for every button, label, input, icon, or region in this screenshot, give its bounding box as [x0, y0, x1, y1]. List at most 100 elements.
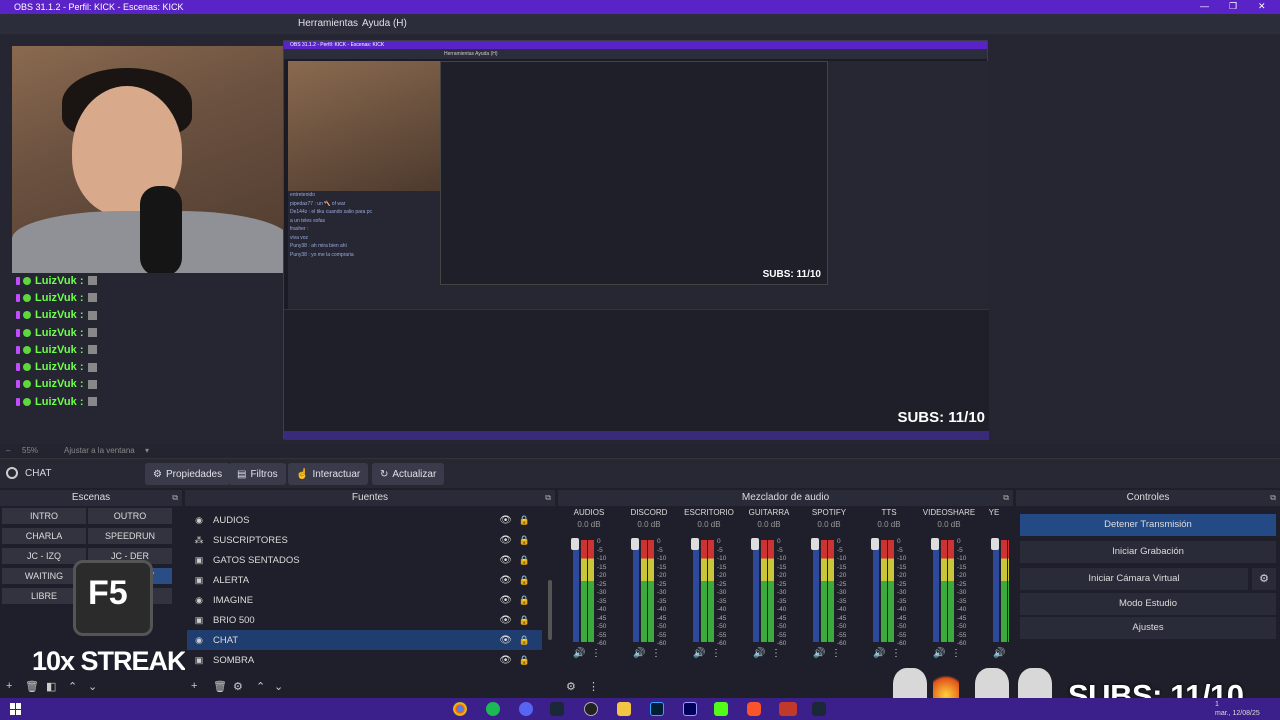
channel-menu-icon[interactable]: ⋮	[651, 648, 661, 659]
steam-icon[interactable]	[812, 702, 826, 716]
speaker-icon[interactable]: 🔊	[693, 648, 705, 659]
volume-slider[interactable]	[813, 540, 819, 642]
lock-icon[interactable]: 🔒	[519, 595, 530, 606]
windows-start-icon[interactable]	[10, 703, 22, 715]
scene-filters-icon[interactable]: ◧	[46, 680, 56, 693]
visibility-icon[interactable]: 👁	[499, 515, 512, 526]
volume-knob[interactable]	[751, 538, 759, 550]
channel-menu-icon[interactable]: ⋮	[831, 648, 841, 659]
source-properties-icon[interactable]: ⚙	[233, 680, 243, 693]
source-brio-500[interactable]: ▣ BRIO 500 👁 🔒	[187, 610, 542, 630]
speaker-icon[interactable]: 🔊	[753, 648, 765, 659]
add-scene-icon[interactable]: +	[6, 680, 12, 692]
channel-menu-icon[interactable]: ⋮	[951, 648, 961, 659]
volume-knob[interactable]	[811, 538, 819, 550]
source-alerta[interactable]: ▣ ALERTA 👁 🔒	[187, 570, 542, 590]
start-recording-button[interactable]: Iniciar Grabación	[1020, 541, 1276, 563]
move-down-icon[interactable]: ⌄	[274, 680, 283, 693]
start-virtual-camera-button[interactable]: Iniciar Cámara Virtual	[1020, 568, 1248, 590]
mixer-settings-icon[interactable]: ⚙	[566, 680, 576, 693]
premiere-icon[interactable]	[683, 702, 697, 716]
channel-menu-icon[interactable]: ⋮	[891, 648, 901, 659]
refresh-button[interactable]: ↻ Actualizar	[372, 463, 445, 485]
speaker-icon[interactable]: 🔊	[813, 648, 825, 659]
move-up-icon[interactable]: ⌃	[256, 680, 265, 693]
source-gatos-sentados[interactable]: ▣ GATOS SENTADOS 👁 🔒	[187, 550, 542, 570]
steam-icon[interactable]	[550, 702, 564, 716]
visibility-icon[interactable]: 👁	[499, 535, 512, 546]
discord-icon[interactable]	[519, 702, 533, 716]
volume-slider[interactable]	[573, 540, 579, 642]
preview-canvas[interactable]: LuizVuk : LuizVuk : LuizVuk : LuizVuk : …	[0, 34, 1280, 444]
app-icon[interactable]	[779, 702, 797, 716]
popout-icon[interactable]: ⧉	[1270, 490, 1276, 506]
volume-slider[interactable]	[873, 540, 879, 642]
source-chat[interactable]: ◉ CHAT 👁 🔒	[187, 630, 542, 650]
photoshop-icon[interactable]	[650, 702, 664, 716]
volume-slider[interactable]	[933, 540, 939, 642]
filters-button[interactable]: ▤ Filtros	[229, 463, 286, 485]
menu-ayuda[interactable]: Ayuda (H)	[362, 18, 407, 29]
volume-slider[interactable]	[993, 540, 999, 642]
speaker-icon[interactable]: 🔊	[633, 648, 645, 659]
lock-icon[interactable]: 🔒	[519, 535, 530, 546]
stop-streaming-button[interactable]: Detener Transmisión	[1020, 514, 1276, 536]
close-button[interactable]: ✕	[1258, 1, 1266, 12]
visibility-icon[interactable]: 👁	[499, 595, 512, 606]
speaker-icon[interactable]: 🔊	[933, 648, 945, 659]
properties-button[interactable]: ⚙ Propiedades	[145, 463, 231, 485]
source-imagine[interactable]: ◉ IMAGINE 👁 🔒	[187, 590, 542, 610]
remove-scene-icon[interactable]: 🗑	[25, 680, 39, 693]
volume-knob[interactable]	[991, 538, 999, 550]
visibility-icon[interactable]: 👁	[499, 635, 512, 646]
zoom-minus[interactable]: –	[6, 446, 10, 455]
zoom-fit[interactable]: Ajustar a la ventana	[64, 446, 135, 455]
scene-jc-izq[interactable]: JC - IZQ	[2, 548, 86, 564]
remove-source-icon[interactable]: 🗑	[213, 680, 227, 693]
lock-icon[interactable]: 🔒	[519, 555, 530, 566]
zoom-level[interactable]: 55%	[22, 446, 38, 455]
lock-icon[interactable]: 🔒	[519, 515, 530, 526]
scene-speedrun[interactable]: SPEEDRUN	[88, 528, 172, 544]
scene-intro[interactable]: INTRO	[2, 508, 86, 524]
move-down-icon[interactable]: ⌄	[88, 680, 97, 693]
popout-icon[interactable]: ⧉	[172, 490, 178, 506]
scene-outro[interactable]: OUTRO	[88, 508, 172, 524]
mixer-menu-icon[interactable]: ⋮	[588, 680, 599, 693]
system-clock[interactable]: 1 mar., 12/08/25	[1215, 700, 1260, 718]
lock-icon[interactable]: 🔒	[519, 655, 530, 666]
sources-scrollbar[interactable]	[548, 580, 552, 640]
settings-button[interactable]: Ajustes	[1020, 617, 1276, 639]
source-suscriptores[interactable]: ⁂ SUSCRIPTORES 👁 🔒	[187, 530, 542, 550]
popout-icon[interactable]: ⧉	[1003, 490, 1009, 506]
spotify-icon[interactable]	[486, 702, 500, 716]
volume-slider[interactable]	[693, 540, 699, 642]
visibility-icon[interactable]: 👁	[499, 615, 512, 626]
move-up-icon[interactable]: ⌃	[68, 680, 77, 693]
speaker-icon[interactable]: 🔊	[993, 648, 1005, 659]
volume-knob[interactable]	[931, 538, 939, 550]
channel-menu-icon[interactable]: ⋮	[591, 648, 601, 659]
popout-icon[interactable]: ⧉	[545, 490, 551, 506]
brave-icon[interactable]	[747, 702, 761, 716]
speaker-icon[interactable]: 🔊	[873, 648, 885, 659]
volume-slider[interactable]	[753, 540, 759, 642]
volume-knob[interactable]	[571, 538, 579, 550]
lock-icon[interactable]: 🔒	[519, 615, 530, 626]
chrome-icon[interactable]	[453, 702, 467, 716]
source-audios[interactable]: ◉ AUDIOS 👁 🔒	[187, 510, 542, 530]
source-sombra[interactable]: ▣ SOMBRA 👁 🔒	[187, 650, 542, 670]
interact-button[interactable]: ☝ Interactuar	[288, 463, 369, 485]
volume-knob[interactable]	[631, 538, 639, 550]
channel-menu-icon[interactable]: ⋮	[771, 648, 781, 659]
lock-icon[interactable]: 🔒	[519, 575, 530, 586]
folder-icon[interactable]	[617, 702, 631, 716]
obs-icon[interactable]	[584, 702, 598, 716]
minimize-button[interactable]: —	[1200, 1, 1209, 11]
volume-knob[interactable]	[871, 538, 879, 550]
lock-icon[interactable]: 🔒	[519, 635, 530, 646]
speaker-icon[interactable]: 🔊	[573, 648, 585, 659]
scene-charla[interactable]: CHARLA	[2, 528, 86, 544]
zoom-dropdown-icon[interactable]: ▾	[145, 446, 149, 455]
studio-mode-button[interactable]: Modo Estudio	[1020, 593, 1276, 615]
